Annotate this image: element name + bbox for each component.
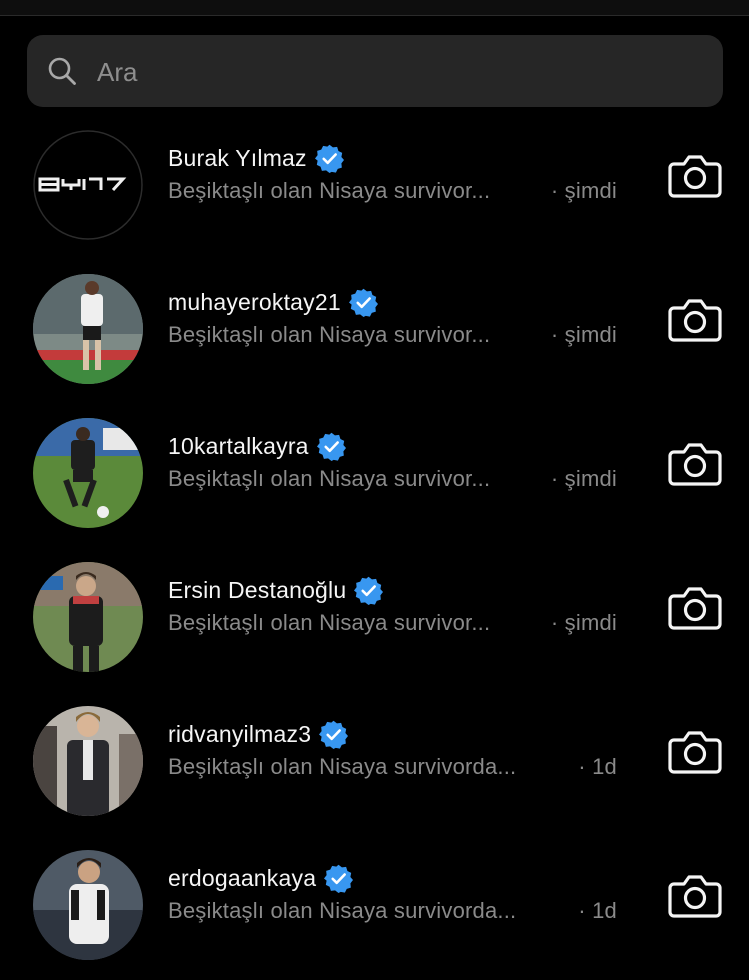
username: muhayeroktay21 (168, 288, 341, 315)
preview-text: Beşiktaşlı olan Nisaya survivor... (168, 610, 491, 635)
preview-text: Beşiktaşlı olan Nisaya survivorda... (168, 754, 517, 779)
camera-icon[interactable] (668, 294, 722, 344)
conversation-row[interactable]: 10kartalkayra Beşiktaşlı olan Nisaya sur… (0, 408, 749, 538)
camera-icon[interactable] (668, 870, 722, 920)
timestamp: · 1d (578, 754, 617, 779)
message-preview: Beşiktaşlı olan Nisaya survivor... · şim… (168, 610, 620, 640)
message-preview: Beşiktaşlı olan Nisaya survivorda... · 1… (168, 898, 620, 928)
verified-badge-icon (354, 576, 384, 605)
verified-badge-icon (314, 144, 344, 173)
avatar[interactable] (33, 850, 143, 960)
username: erdogaankaya (168, 864, 317, 891)
preview-text: Beşiktaşlı olan Nisaya survivor... (168, 178, 491, 203)
conversation-list: Burak Yılmaz Beşiktaşlı olan Nisaya surv… (0, 0, 749, 980)
preview-text: Beşiktaşlı olan Nisaya survivor... (168, 466, 491, 491)
message-preview: Beşiktaşlı olan Nisaya survivorda... · 1… (168, 754, 620, 784)
timestamp: · şimdi (550, 322, 617, 347)
conversation-row[interactable]: erdogaankaya Beşiktaşlı olan Nisaya surv… (0, 840, 749, 970)
camera-icon[interactable] (668, 438, 722, 488)
timestamp: · 1d (578, 898, 617, 923)
message-preview: Beşiktaşlı olan Nisaya survivor... · şim… (168, 466, 620, 496)
username: ridvanyilmaz3 (168, 720, 312, 747)
avatar[interactable] (33, 418, 143, 528)
verified-badge-icon (348, 288, 378, 317)
message-preview: Beşiktaşlı olan Nisaya survivor... · şim… (168, 322, 620, 352)
conversation-row[interactable]: Ersin Destanoğlu Beşiktaşlı olan Nisaya … (0, 552, 749, 682)
username: 10kartalkayra (168, 432, 309, 459)
preview-text: Beşiktaşlı olan Nisaya survivorda... (168, 898, 517, 923)
timestamp: · şimdi (550, 178, 617, 203)
preview-text: Beşiktaşlı olan Nisaya survivor... (168, 322, 491, 347)
avatar[interactable] (33, 562, 143, 672)
username: Ersin Destanoğlu (168, 576, 347, 603)
conversation-row[interactable]: Burak Yılmaz Beşiktaşlı olan Nisaya surv… (0, 120, 749, 250)
camera-icon[interactable] (668, 150, 722, 200)
verified-badge-icon (319, 720, 349, 749)
username: Burak Yılmaz (168, 144, 307, 171)
verified-badge-icon (324, 864, 354, 893)
avatar[interactable] (33, 274, 143, 384)
avatar[interactable] (33, 130, 143, 240)
conversation-row[interactable]: muhayeroktay21 Beşiktaşlı olan Nisaya su… (0, 264, 749, 394)
verified-badge-icon (316, 432, 346, 461)
conversation-row[interactable]: ridvanyilmaz3 Beşiktaşlı olan Nisaya sur… (0, 696, 749, 826)
camera-icon[interactable] (668, 726, 722, 776)
message-preview: Beşiktaşlı olan Nisaya survivor... · şim… (168, 178, 620, 208)
camera-icon[interactable] (668, 582, 722, 632)
avatar[interactable] (33, 706, 143, 816)
timestamp: · şimdi (550, 466, 617, 491)
timestamp: · şimdi (550, 610, 617, 635)
